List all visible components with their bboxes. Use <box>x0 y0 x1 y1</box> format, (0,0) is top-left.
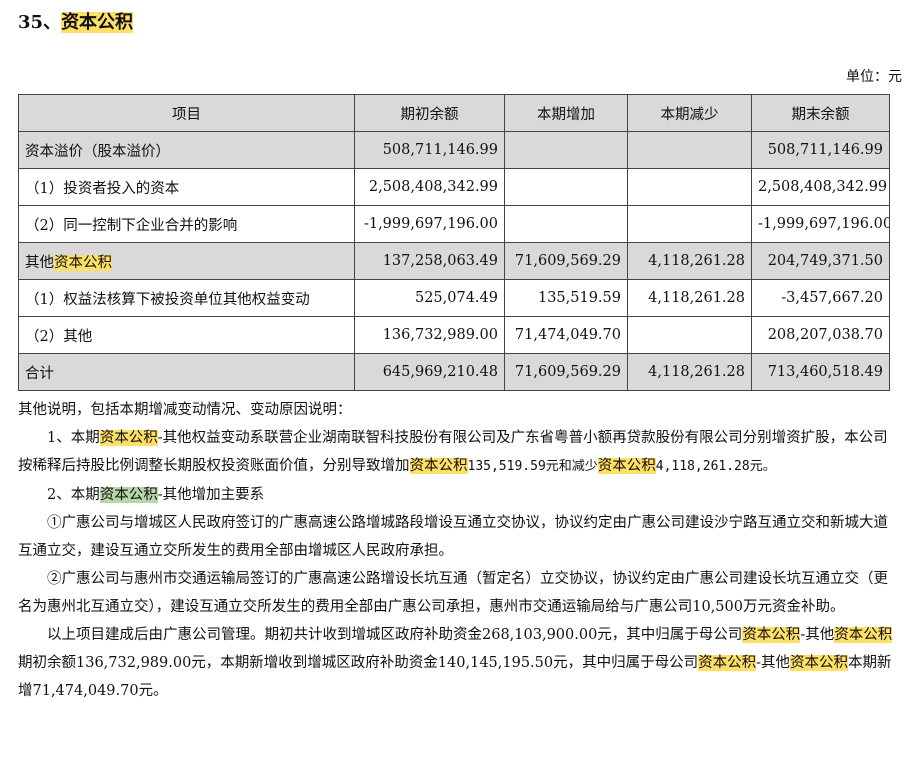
row-label-text: 其他 <box>25 254 54 271</box>
note-text: 4,118,261.28元。 <box>655 459 776 474</box>
section-title: 35、资本公积 <box>18 8 134 34</box>
cell-dec: 4,118,261.28 <box>627 279 752 317</box>
row-label-text: （1）权益法核算下被投资单位其他权益变动 <box>25 291 310 308</box>
col-header-item: 项目 <box>18 94 355 132</box>
cell-begin: 136,732,989.00 <box>354 316 505 354</box>
note-paragraph-1: 1、本期资本公积-其他权益变动系联营企业湖南联智科技股份有限公司及广东省粤普小额… <box>18 424 902 481</box>
cell-inc: 135,519.59 <box>504 279 628 317</box>
col-header-begin: 期初余额 <box>354 94 505 132</box>
row-label: （1）权益法核算下被投资单位其他权益变动 <box>18 279 355 317</box>
highlight-term: 资本公积 <box>54 254 112 271</box>
table-header-row: 项目 期初余额 本期增加 本期减少 期末余额 <box>18 94 890 132</box>
note-text: -其他 <box>800 627 835 643</box>
note-paragraph-5: 以上项目建成后由广惠公司管理。期初共计收到增城区政府补助资金268,103,90… <box>18 621 902 705</box>
cell-end: 713,460,518.49 <box>751 353 890 391</box>
table-row: （2）其他 136,732,989.00 71,474,049.70 208,207,… <box>18 316 890 354</box>
table-row: 资本溢价（股本溢价） 508,711,146.99 508,711,146.99 <box>18 131 890 169</box>
note-text: 1、本期 <box>47 430 100 446</box>
note-text: 期初余额136,732,989.00元，本期新增收到增城区政府补助资金140,1… <box>18 655 699 671</box>
row-label-text: （1）投资者投入的资本 <box>25 180 180 197</box>
table-row: （1）投资者投入的资本 2,508,408,342.99 2,508,408,342… <box>18 168 890 206</box>
highlight-term: 资本公积 <box>99 430 158 446</box>
note-paragraph-4: ②广惠公司与惠州市交通运输局签订的广惠高速公路增设长坑互通（暂定名）立交协议，协… <box>18 571 888 615</box>
note-text: -其他 <box>756 655 791 671</box>
cell-dec: 4,118,261.28 <box>627 353 752 391</box>
cell-begin: 508,711,146.99 <box>354 131 505 169</box>
cell-end: 2,508,408,342.99 <box>751 168 890 206</box>
cell-inc: 71,474,049.70 <box>504 316 628 354</box>
note-text: 135,519.59元和减少 <box>467 459 598 474</box>
col-header-decrease: 本期减少 <box>627 94 752 132</box>
col-header-end: 期末余额 <box>751 94 890 132</box>
cell-end: 208,207,038.70 <box>751 316 890 354</box>
highlight-term: 资本公积 <box>597 458 656 474</box>
cell-end: -3,457,667.20 <box>751 279 890 317</box>
notes-section: 其他说明，包括本期增减变动情况、变动原因说明： 1、本期资本公积-其他权益变动系… <box>18 396 902 705</box>
cell-end: -1,999,697,196.00 <box>751 205 890 243</box>
cell-dec <box>627 131 752 169</box>
cell-inc <box>504 205 628 243</box>
cell-end: 204,749,371.50 <box>751 242 890 280</box>
unit-label: 单位：元 <box>846 69 902 85</box>
row-label-text: （2）同一控制下企业合并的影响 <box>25 217 238 234</box>
row-label: （2）同一控制下企业合并的影响 <box>18 205 355 243</box>
row-label-text: 合计 <box>25 365 54 382</box>
highlight-term: 资本公积 <box>409 458 468 474</box>
table-row: （2）同一控制下企业合并的影响 -1,999,697,196.00 -1,999,6… <box>18 205 890 243</box>
table-row: 其他资本公积 137,258,063.49 71,609,569.29 4,118,2… <box>18 242 890 280</box>
row-label: （2）其他 <box>18 316 355 354</box>
cell-dec <box>627 316 752 354</box>
cell-begin: 525,074.49 <box>354 279 505 317</box>
row-label-text: 资本溢价（股本溢价） <box>25 143 170 160</box>
cell-begin: -1,999,697,196.00 <box>354 205 505 243</box>
note-paragraph-2: 2、本期资本公积-其他增加主要系 <box>18 481 902 509</box>
note-text: 以上项目建成后由广惠公司管理。期初共计收到增城区政府补助资金268,103,90… <box>47 627 743 643</box>
row-label: 资本溢价（股本溢价） <box>18 131 355 169</box>
row-label: 合计 <box>18 353 355 391</box>
cell-begin: 645,969,210.48 <box>354 353 505 391</box>
notes-intro: 其他说明，包括本期增减变动情况、变动原因说明： <box>18 402 352 418</box>
cell-end: 508,711,146.99 <box>751 131 890 169</box>
row-label: （1）投资者投入的资本 <box>18 168 355 206</box>
row-label-text: （2）其他 <box>25 328 93 345</box>
highlight-term: 资本公积 <box>698 655 757 671</box>
cell-dec: 4,118,261.28 <box>627 242 752 280</box>
capital-reserve-table: 项目 期初余额 本期增加 本期减少 期末余额 资本溢价（股本溢价） 508,711… <box>18 94 890 391</box>
note-paragraph-3: ①广惠公司与增城区人民政府签订的广惠高速公路增城路段增设互通立交协议，协议约定由… <box>18 515 888 559</box>
table-row: （1）权益法核算下被投资单位其他权益变动 525,074.49 135,519.59… <box>18 279 890 317</box>
cell-inc: 71,609,569.29 <box>504 353 628 391</box>
cell-begin: 137,258,063.49 <box>354 242 505 280</box>
cell-inc: 71,609,569.29 <box>504 242 628 280</box>
section-number: 35、 <box>18 12 62 33</box>
row-label: 其他资本公积 <box>18 242 355 280</box>
note-text: -其他增加主要系 <box>157 487 265 503</box>
note-text: 2、本期 <box>47 487 100 503</box>
highlight-term: 资本公积 <box>790 655 849 671</box>
highlight-term: 资本公积 <box>99 487 158 503</box>
highlight-term: 资本公积 <box>834 627 893 643</box>
section-title-text: 资本公积 <box>61 12 134 33</box>
cell-dec <box>627 205 752 243</box>
table-row: 合计 645,969,210.48 71,609,569.29 4,118,261.2… <box>18 353 890 391</box>
cell-dec <box>627 168 752 206</box>
cell-begin: 2,508,408,342.99 <box>354 168 505 206</box>
col-header-increase: 本期增加 <box>504 94 628 132</box>
cell-inc <box>504 131 628 169</box>
cell-inc <box>504 168 628 206</box>
highlight-term: 资本公积 <box>742 627 801 643</box>
